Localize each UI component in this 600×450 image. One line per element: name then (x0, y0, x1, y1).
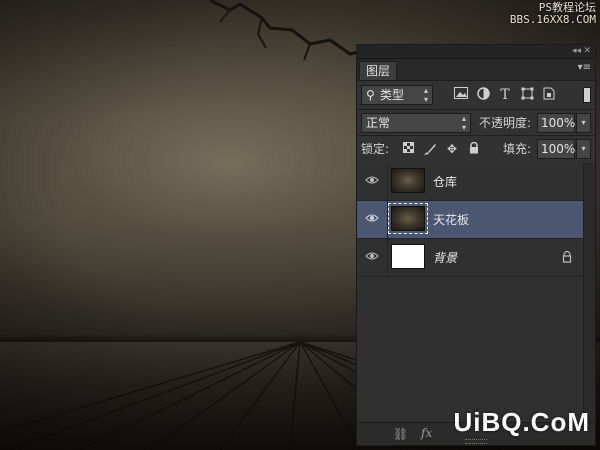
opacity-label: 不透明度: (479, 116, 532, 130)
shape-filter-icon[interactable] (519, 87, 535, 103)
adjustment-filter-icon[interactable] (475, 87, 491, 103)
divider (387, 201, 388, 239)
lock-image-pixels-icon[interactable] (423, 142, 437, 156)
layer-row-selected[interactable]: 天花板 (357, 201, 583, 239)
layer-name[interactable]: 仓库 (433, 173, 457, 190)
watermark-line-2: BBS.16XX8.COM (509, 13, 596, 26)
layer-filter-row: ⚲ 类型 ▴ ▾ T (357, 81, 595, 109)
layer-thumbnail[interactable] (388, 203, 428, 234)
opacity-dropdown-icon[interactable]: ▾ (576, 113, 591, 133)
fill-input[interactable]: 100% (537, 139, 575, 159)
layers-panel: ◂◂ ✕ 图层 ▾≡ ⚲ 类型 ▴ ▾ T 正常 ▴ ▾ 不透明度: 100% … (356, 44, 596, 446)
eye-icon[interactable] (365, 213, 379, 223)
fill-dropdown-icon[interactable]: ▾ (576, 139, 591, 159)
lock-label: 锁定: (361, 142, 390, 156)
layer-row[interactable]: 仓库 (357, 163, 583, 201)
lock-position-icon[interactable]: ✥ (445, 142, 459, 156)
panel-header: ◂◂ ✕ (357, 45, 595, 59)
updown-icon: ▴ ▾ (461, 114, 466, 132)
panel-menu-icon[interactable]: ▾≡ (578, 62, 591, 73)
blend-mode-value: 正常 (366, 116, 391, 130)
layer-name[interactable]: 天花板 (433, 211, 469, 228)
updown-icon: ▴ ▾ (423, 86, 428, 104)
layer-name[interactable]: 背景 (433, 249, 457, 266)
forum-watermark: PS教程论坛 BBS.16XX8.COM (510, 2, 596, 26)
eye-icon[interactable] (365, 175, 379, 185)
site-watermark: UiBQ.CoM (453, 407, 590, 437)
opacity-input[interactable]: 100% (537, 113, 575, 133)
panel-tab-bar: 图层 ▾≡ (357, 59, 595, 81)
filter-kind-label: 类型 (380, 88, 405, 102)
close-icon[interactable]: ✕ (583, 46, 591, 56)
blend-row: 正常 ▴ ▾ 不透明度: 100% ▾ (357, 109, 595, 135)
filter-kind-select[interactable]: ⚲ 类型 ▴ ▾ (361, 85, 433, 105)
blend-mode-select[interactable]: 正常 ▴ ▾ (361, 113, 471, 133)
search-icon: ⚲ (366, 88, 375, 102)
type-filter-icon[interactable]: T (497, 87, 513, 103)
layer-list-scrollbar[interactable] (583, 163, 595, 425)
image-filter-icon[interactable] (453, 87, 469, 103)
tab-layers[interactable]: 图层 (359, 61, 398, 80)
eye-icon[interactable] (365, 251, 379, 261)
fx-icon[interactable]: fx (421, 426, 432, 440)
layer-thumbnail[interactable] (391, 168, 425, 193)
link-layers-icon[interactable]: ⛓ (393, 427, 408, 441)
divider (387, 163, 388, 201)
lock-transparent-pixels-icon[interactable] (401, 142, 415, 156)
filter-toggle-switch[interactable] (583, 87, 591, 103)
fill-label: 填充: (503, 142, 532, 156)
collapse-icon[interactable]: ◂◂ (572, 46, 581, 56)
layer-thumbnail[interactable] (391, 244, 425, 269)
lock-row: 锁定: ✥ 填充: 100% ▾ (357, 135, 595, 161)
layer-row[interactable]: 背景 (357, 239, 583, 277)
smart-object-filter-icon[interactable] (541, 87, 557, 103)
lock-all-icon[interactable] (467, 141, 481, 156)
divider (387, 239, 388, 277)
layer-lock-icon (561, 250, 573, 263)
resize-grip[interactable] (465, 439, 487, 444)
layer-list: 仓库 天花板 背景 (357, 163, 583, 425)
